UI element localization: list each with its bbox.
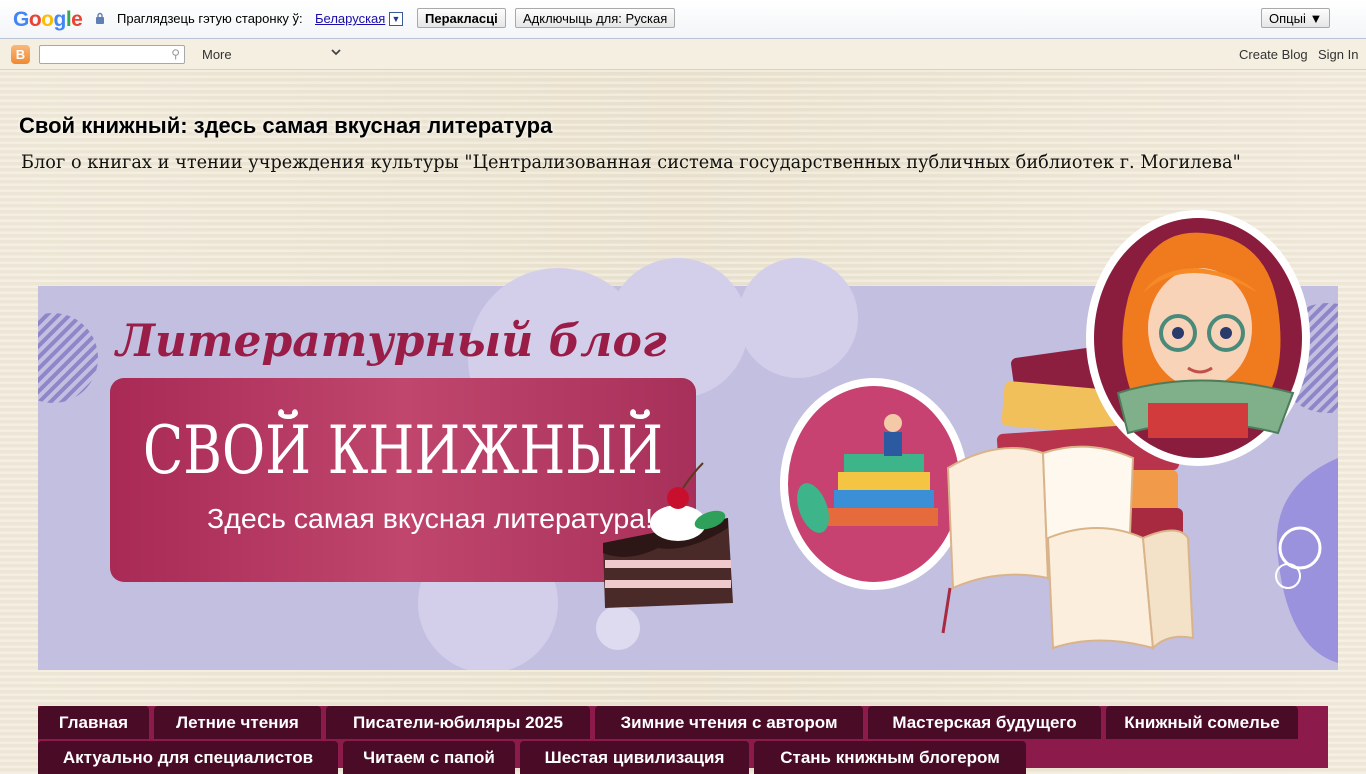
google-logo[interactable]: Google [13,8,83,32]
lock-icon [96,12,104,24]
menu-item[interactable]: Летние чтения [154,706,321,739]
menu-item[interactable]: Книжный сомелье [1106,706,1298,739]
translate-button[interactable]: Перакласці [417,8,506,28]
translate-prompt: Праглядзець гэтую старонку ў: [117,11,303,26]
menu-row-1: Главная Летние чтения Писатели-юбиляры 202… [38,706,1303,739]
search-icon[interactable]: ⚲ [171,47,180,61]
options-button[interactable]: Опцыі ▼ [1261,8,1331,28]
main-menu: Главная Летние чтения Писатели-юбиляры 202… [38,706,1328,774]
sign-in-link[interactable]: Sign In [1318,47,1358,62]
menu-item[interactable]: Читаем с папой [343,741,515,774]
language-dropdown-icon[interactable]: ▼ [389,12,403,26]
menu-item[interactable]: Актуально для специалистов [38,741,338,774]
menu-row-2: Актуально для специалистов Читаем с папой… [38,741,1031,774]
banner-subtitle: Здесь самая вкусная литература! [207,503,653,534]
menu-item[interactable]: Стань книжным блогером [754,741,1026,774]
menu-item[interactable]: Зимние чтения с автором [595,706,863,739]
blogger-navbar: B ⚲ More Create Blog Sign In [0,39,1366,70]
header-banner[interactable]: Литературный блог СВОЙ КНИЖНЫЙ Здесь сам… [8,208,1366,673]
blogger-icon[interactable]: B [11,45,30,64]
menu-item[interactable]: Шестая цивилизация [520,741,749,774]
blog-description: Блог о книгах и чтении учреждения культу… [21,151,1241,173]
banner-illustration: Литературный блог СВОЙ КНИЖНЫЙ Здесь сам… [8,210,1366,673]
menu-item[interactable]: Писатели-юбиляры 2025 [326,706,590,739]
banner-script-title: Литературный блог [114,316,667,367]
blog-search: ⚲ [39,45,185,64]
menu-item[interactable]: Мастерская будущего [868,706,1101,739]
more-menu[interactable]: More [202,47,232,62]
disable-translate-button[interactable]: Адключыць для: Руская [515,8,676,28]
girl-avatar-illustration [1086,210,1310,466]
create-blog-link[interactable]: Create Blog [1239,47,1308,62]
translate-bar: Google Праглядзець гэтую старонку ў: Бел… [0,0,1366,39]
banner-main-title: СВОЙ КНИЖНЫЙ [143,410,663,489]
search-input[interactable] [40,46,168,63]
blog-title[interactable]: Свой книжный: здесь самая вкусная литера… [19,113,552,139]
readers-illustration [780,378,968,590]
chevron-down-icon[interactable] [331,49,341,57]
menu-item[interactable]: Главная [38,706,149,739]
language-link[interactable]: Беларуская [315,11,385,26]
